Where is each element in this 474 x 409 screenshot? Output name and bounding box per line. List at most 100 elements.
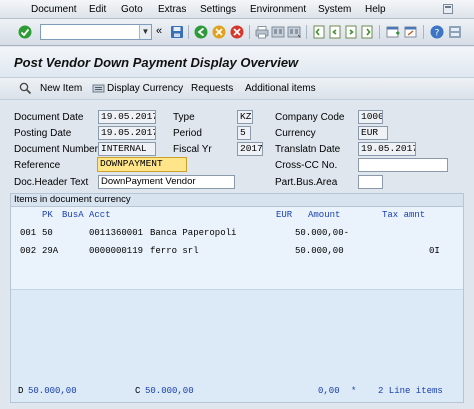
shortcut-icon[interactable] <box>404 25 418 39</box>
next-page-icon[interactable] <box>344 25 358 39</box>
menu-extras[interactable]: Extras <box>158 4 186 15</box>
column-pk: PK <box>42 210 53 220</box>
display-currency-button-icon[interactable] <box>92 82 105 95</box>
document-date-field[interactable]: 19.05.2017 <box>98 110 156 124</box>
doc-header-text-field[interactable]: DownPayment Vendor <box>98 175 235 189</box>
fiscal-yr-field[interactable]: 2017 <box>237 142 263 156</box>
posting-date-field[interactable]: 19.05.2017 <box>98 126 156 140</box>
new-item-button-icon[interactable] <box>19 82 32 95</box>
part-bus-area-field[interactable] <box>358 175 383 189</box>
reference-field[interactable]: DOWNPAYMENT <box>97 157 187 172</box>
column-busa: BusA <box>62 210 84 220</box>
requests-button[interactable]: Requests <box>191 83 233 94</box>
period-label: Period <box>173 128 202 139</box>
column-acct: Acct <box>89 210 111 220</box>
window-frame-icon <box>443 4 453 14</box>
toolbar-divider <box>188 25 189 39</box>
credit-label: C <box>135 386 141 396</box>
row-line-number: 001 <box>20 228 37 238</box>
column-amount: Amount <box>308 210 341 220</box>
company-code-field[interactable]: 1000 <box>358 110 383 124</box>
menu-goto[interactable]: Goto <box>121 4 143 15</box>
posting-date-label: Posting Date <box>14 128 72 139</box>
status-asterisk: * <box>351 386 357 396</box>
row-account-name: Banca Paperopoli <box>150 228 237 238</box>
chevron-down-icon[interactable]: ▼ <box>139 25 151 39</box>
translatn-date-label: Translatn Date <box>275 144 341 155</box>
currency-field[interactable]: EUR <box>358 126 388 140</box>
customize-layout-icon[interactable] <box>448 25 462 39</box>
menu-settings[interactable]: Settings <box>200 4 236 15</box>
menu-edit[interactable]: Edit <box>89 4 106 15</box>
currency-label: Currency <box>275 128 316 139</box>
row-amount: 50.000,00 <box>295 246 344 256</box>
save-icon[interactable] <box>170 25 184 39</box>
document-date-label: Document Date <box>14 112 84 123</box>
row-acct: 0000000119 <box>89 246 144 256</box>
row-line-number: 002 <box>20 246 37 256</box>
reference-label: Reference <box>14 160 61 171</box>
period-field[interactable]: 5 <box>237 126 251 140</box>
toolbar-divider <box>423 25 424 39</box>
display-currency-icon <box>92 84 105 93</box>
debit-total: 50.000,00 <box>28 386 77 396</box>
display-currency-button[interactable]: Display Currency <box>107 83 183 94</box>
menu-system[interactable]: System <box>318 4 351 15</box>
page-title: Post Vendor Down Payment Display Overvie… <box>14 55 299 70</box>
enter-check-icon[interactable] <box>18 25 32 39</box>
back-icon[interactable] <box>194 25 208 39</box>
items-panel: Items in document currency PK BusA Acct … <box>10 193 464 403</box>
history-back-glyph[interactable]: « <box>156 25 162 37</box>
title-area: Post Vendor Down Payment Display Overvie… <box>0 47 474 77</box>
additional-items-button[interactable]: Additional items <box>245 83 316 94</box>
type-field[interactable]: KZ <box>237 110 253 124</box>
row-acct: 0011360001 <box>89 228 144 238</box>
find-next-icon[interactable] <box>287 25 301 39</box>
items-section-title: Items in document currency <box>11 194 463 207</box>
svg-text:?: ? <box>435 29 440 39</box>
balance-value: 0,00 <box>318 386 340 396</box>
find-icon[interactable] <box>271 25 285 39</box>
doc-header-text-label: Doc.Header Text <box>14 177 89 188</box>
previous-page-icon[interactable] <box>328 25 342 39</box>
row-amount: 50.000,00- <box>295 228 350 238</box>
part-bus-area-label: Part.Bus.Area <box>275 177 338 188</box>
row-pk: 29A <box>42 246 59 256</box>
help-icon[interactable]: ? <box>430 25 444 39</box>
cancel-icon[interactable] <box>230 25 244 39</box>
menu-help[interactable]: Help <box>365 4 386 15</box>
debit-label: D <box>18 386 24 396</box>
cross-cc-label: Cross-CC No. <box>275 160 338 171</box>
document-number-label: Document Number <box>14 144 98 155</box>
new-session-icon[interactable] <box>386 25 400 39</box>
type-label: Type <box>173 112 195 123</box>
line-items-count: 2 Line items <box>378 386 443 396</box>
last-page-icon[interactable] <box>360 25 374 39</box>
row-account-name: ferro srl <box>150 246 199 256</box>
menu-environment[interactable]: Environment <box>250 4 306 15</box>
print-icon[interactable] <box>255 25 269 39</box>
document-number-field[interactable]: INTERNAL <box>98 142 156 156</box>
menu-bar: Document Edit Goto Extras Settings Envir… <box>0 0 474 19</box>
command-field[interactable]: ▼ <box>40 24 152 40</box>
new-item-button[interactable]: New Item <box>40 83 82 94</box>
row-pk: 50 <box>42 228 53 238</box>
credit-total: 50.000,00 <box>145 386 194 396</box>
new-item-icon <box>19 82 32 95</box>
cross-cc-field[interactable] <box>358 158 448 172</box>
standard-toolbar: ▼ « ? <box>0 19 474 46</box>
translatn-date-field[interactable]: 19.05.2017 <box>358 142 416 156</box>
window-icon[interactable] <box>443 4 453 14</box>
application-toolbar: New Item Display Currency Requests Addit… <box>0 77 474 100</box>
company-code-label: Company Code <box>275 112 345 123</box>
toolbar-divider <box>249 25 250 39</box>
toolbar-divider <box>306 25 307 39</box>
column-tax-amnt: Tax amnt <box>382 210 426 220</box>
first-page-icon[interactable] <box>312 25 326 39</box>
column-eur: EUR <box>276 210 293 220</box>
exit-icon[interactable] <box>212 25 226 39</box>
fiscal-yr-label: Fiscal Yr <box>173 144 212 155</box>
menu-document[interactable]: Document <box>31 4 77 15</box>
toolbar-divider <box>379 25 380 39</box>
row-tax: 0I <box>429 246 440 256</box>
